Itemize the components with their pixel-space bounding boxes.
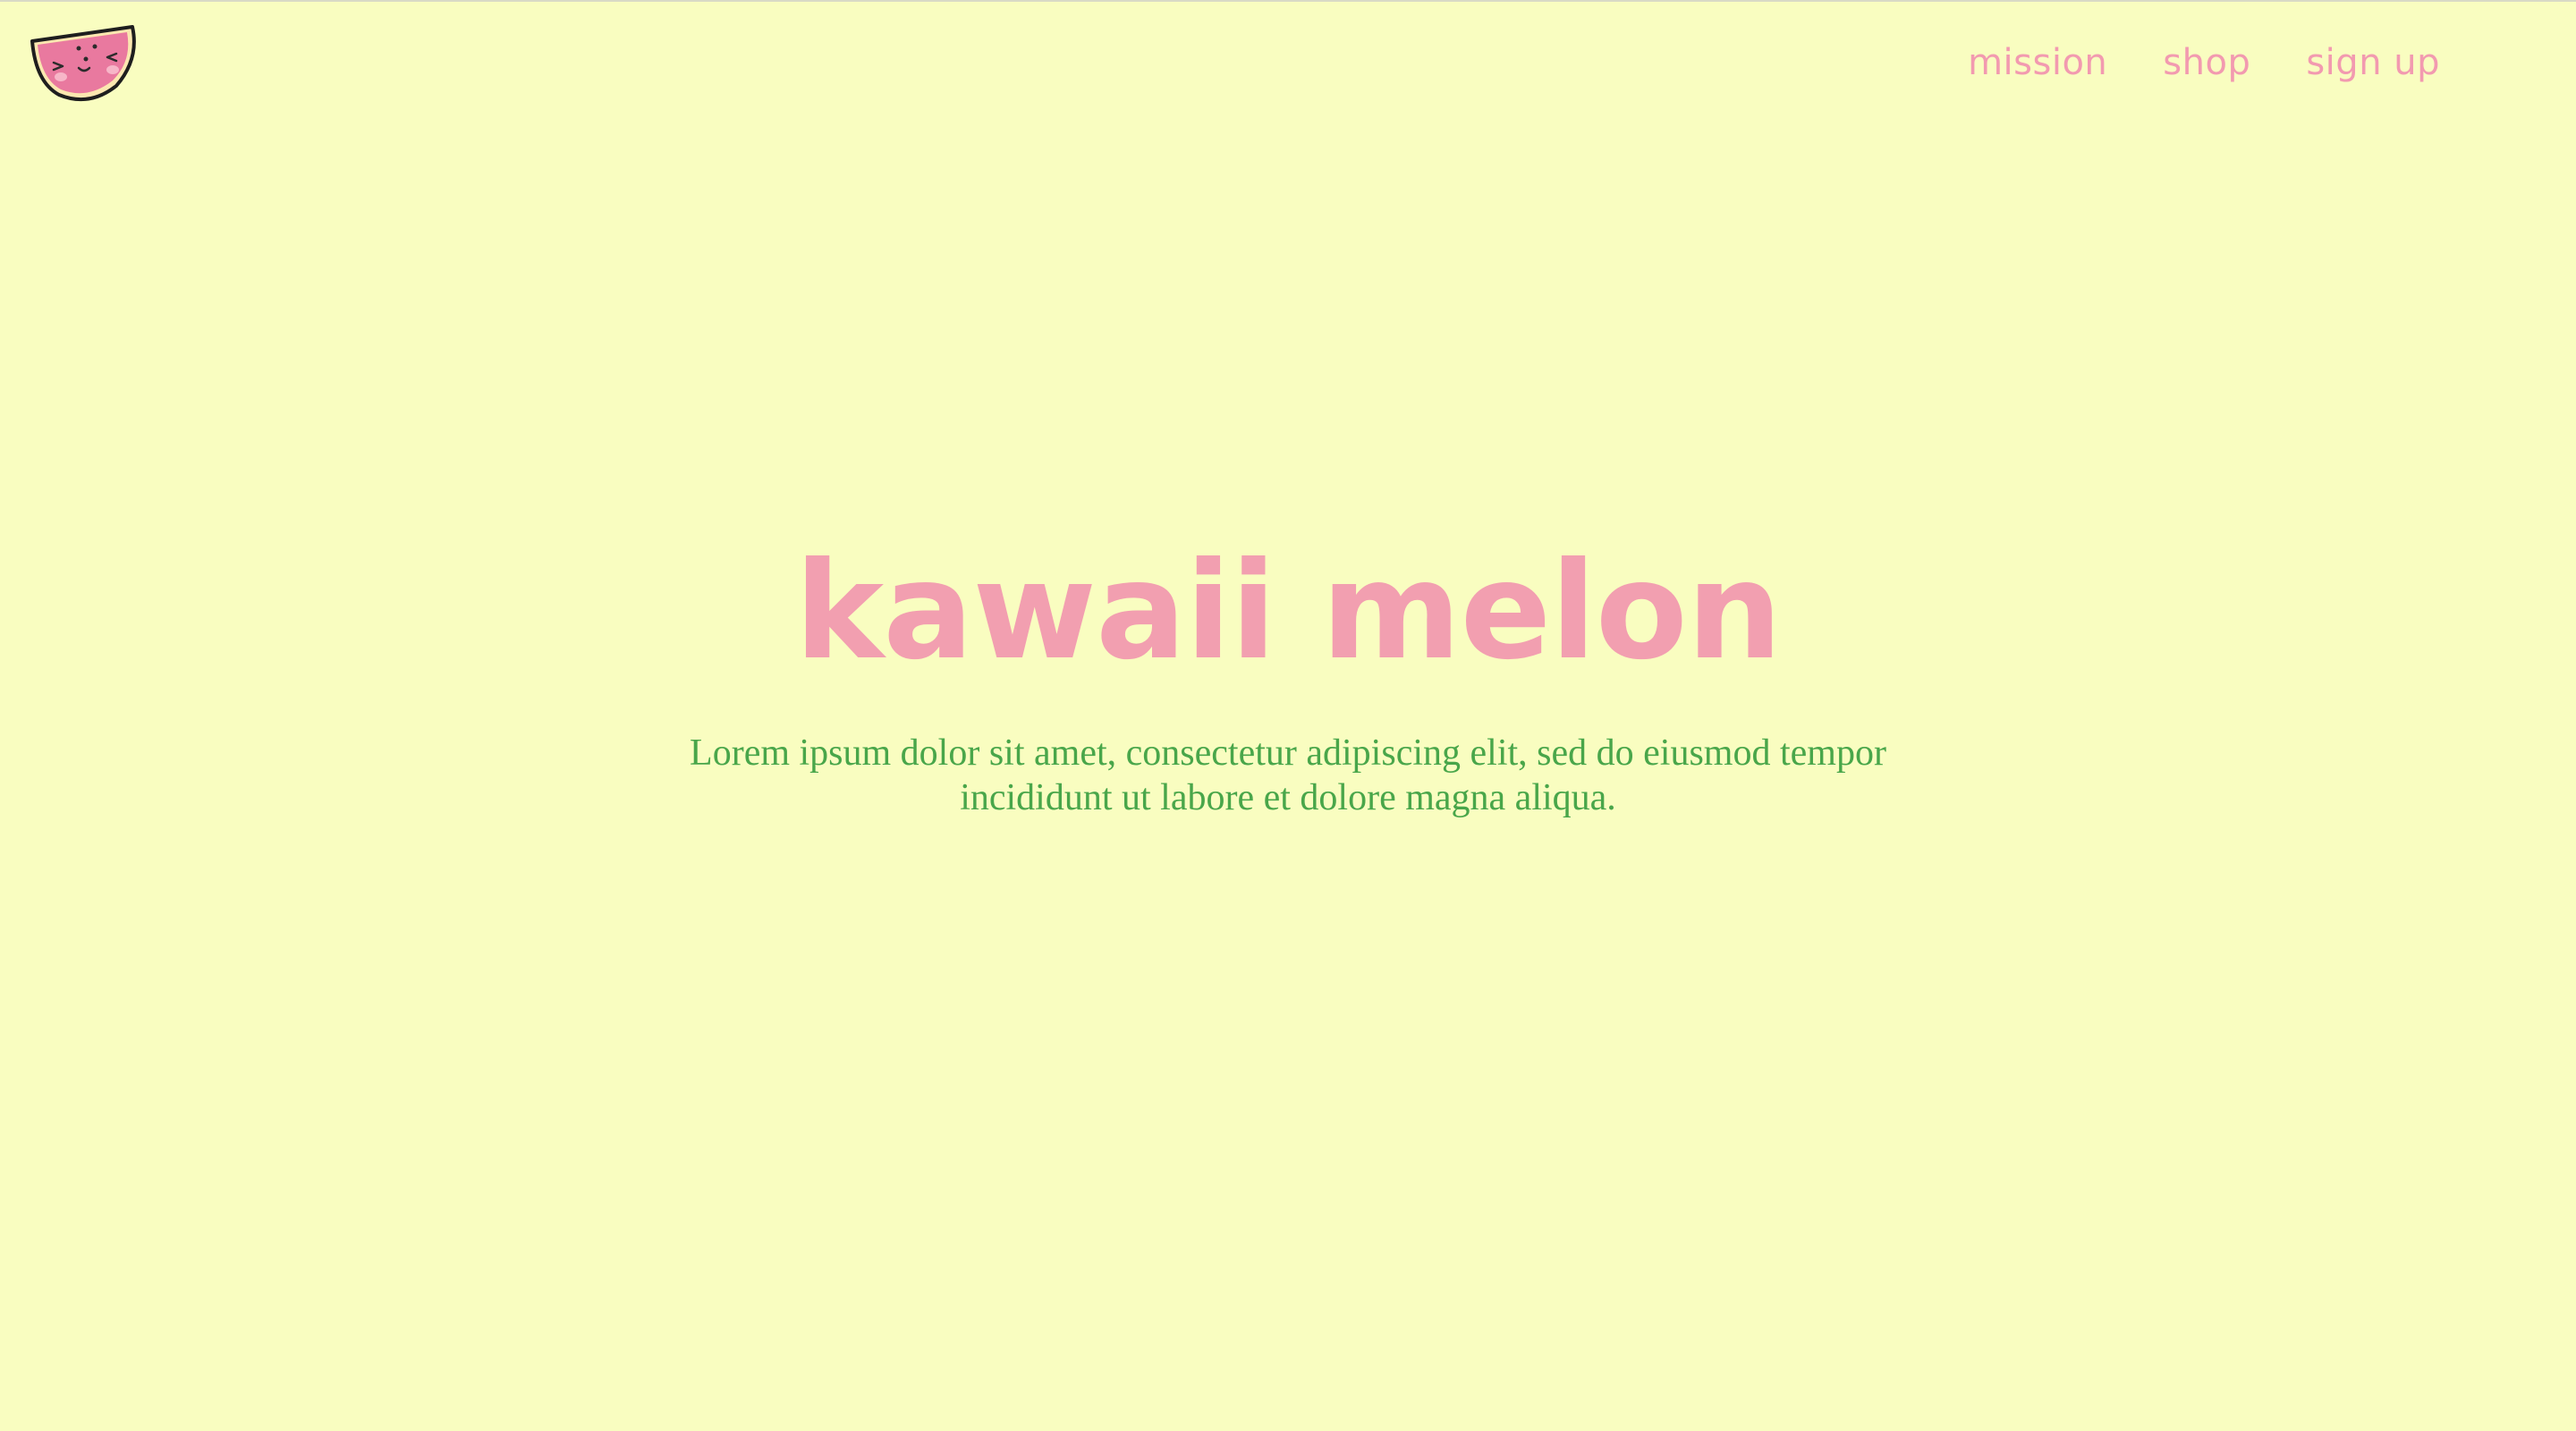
hero-subtitle: Lorem ipsum dolor sit amet, consectetur … [690,732,1886,818]
nav-link-sign-up[interactable]: sign up [2306,42,2440,83]
nav-link-mission[interactable]: mission [1968,42,2107,83]
hero-title: kawaii melon [794,534,1782,690]
top-nav: mission shop sign up [1968,36,2440,89]
nav-link-shop[interactable]: shop [2163,42,2250,83]
hero-section: kawaii melon Lorem ipsum dolor sit amet,… [0,538,2576,820]
watermelon-logo-icon[interactable] [27,23,140,104]
